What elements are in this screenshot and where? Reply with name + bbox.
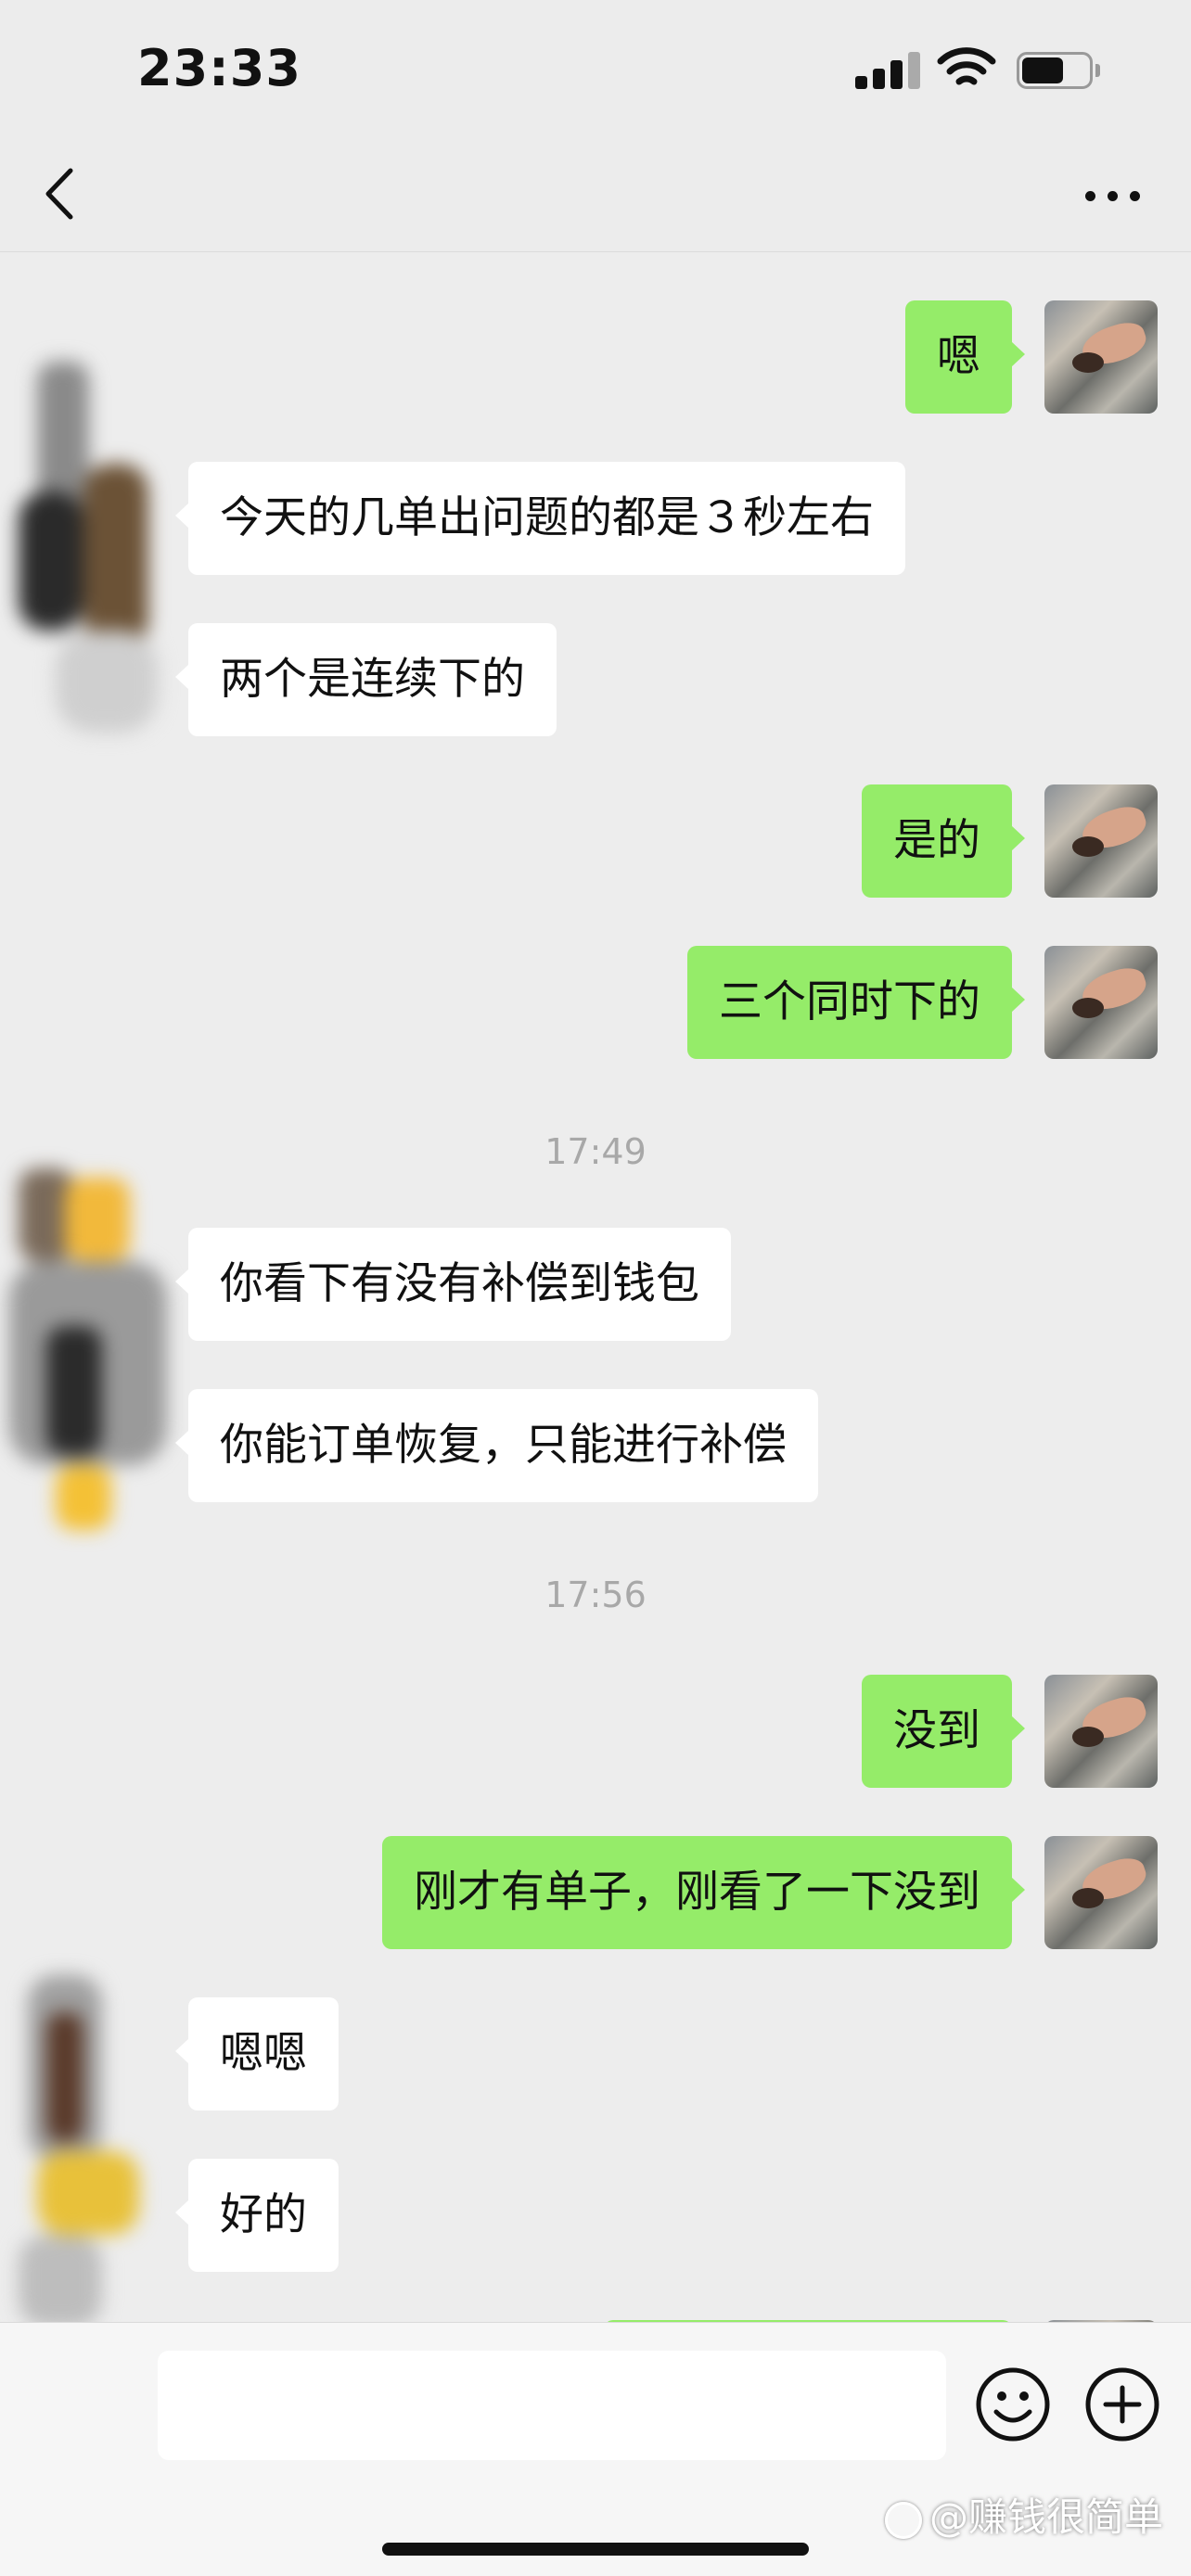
message-bubble-outgoing[interactable]: 嗯 [905, 300, 1025, 414]
watermark-logo-icon [885, 2501, 922, 2539]
status-time: 23:33 [137, 39, 301, 97]
contact-avatar[interactable] [0, 352, 186, 760]
message-bubble-outgoing[interactable]: 刚才有单子，刚看了一下没到 [382, 1836, 1025, 1949]
my-avatar[interactable] [1044, 300, 1158, 414]
my-avatar[interactable] [1044, 1836, 1158, 1949]
watermark-text: @赚钱很简单 [929, 2494, 1164, 2540]
my-avatar[interactable] [1044, 784, 1158, 898]
more-dots-icon[interactable] [1076, 172, 1150, 219]
message-bubble-incoming[interactable]: 两个是连续下的 [175, 623, 557, 736]
message-list[interactable]: 嗯 今天的几单出问题的都是３秒左右 两个是连续下的 是的 三个同时下的 17:4… [0, 252, 1191, 2322]
my-avatar[interactable] [1044, 1675, 1158, 1788]
message-bubble-incoming[interactable]: 今天的几单出问题的都是３秒左右 [175, 462, 905, 575]
emoji-icon[interactable] [974, 2366, 1052, 2443]
message-timestamp: 17:49 [544, 1131, 647, 1172]
message-bubble-incoming[interactable]: 你看下有没有补偿到钱包 [175, 1228, 731, 1341]
message-timestamp: 17:56 [544, 1575, 647, 1615]
chevron-left-icon[interactable] [35, 161, 91, 226]
message-bubble-incoming[interactable]: 你能订单恢复，只能进行补偿 [175, 1389, 818, 1502]
message-bubble-incoming[interactable]: 好的 [175, 2159, 339, 2272]
chat-header [0, 139, 1191, 252]
plus-circle-icon[interactable] [1083, 2366, 1161, 2443]
message-bubble-outgoing[interactable]: 三个同时下的 [687, 946, 1025, 1059]
my-avatar[interactable] [1044, 946, 1158, 1059]
signal-icon [855, 52, 922, 89]
battery-icon [1017, 52, 1100, 89]
message-input[interactable] [158, 2351, 946, 2460]
input-bar: @赚钱很简单 [0, 2322, 1191, 2576]
message-bubble-outgoing[interactable]: 是的 [862, 784, 1025, 898]
contact-avatar[interactable] [0, 1159, 186, 1549]
contact-avatar[interactable] [0, 1957, 186, 2322]
home-indicator[interactable] [382, 2543, 809, 2556]
watermark: @赚钱很简单 [885, 2486, 1163, 2543]
wifi-icon [937, 47, 996, 85]
message-bubble-incoming[interactable]: 嗯嗯 [175, 1997, 339, 2111]
message-bubble-outgoing[interactable]: 没到 [862, 1675, 1025, 1788]
status-bar: 23:33 [0, 0, 1191, 139]
